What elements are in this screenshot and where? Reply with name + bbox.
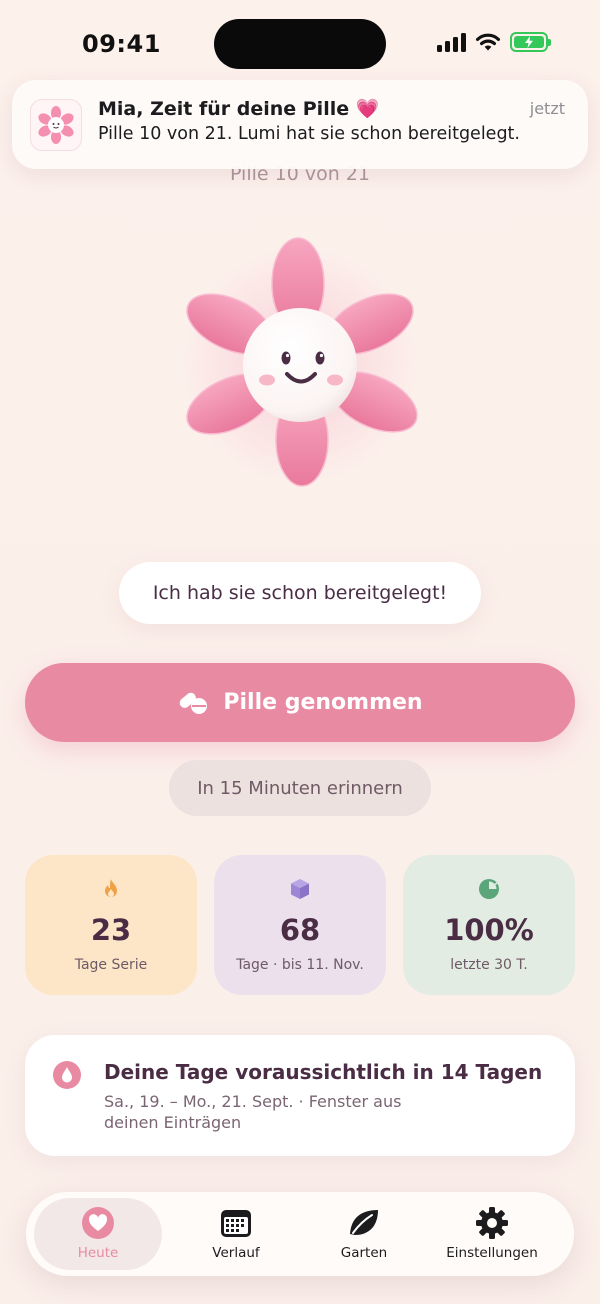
flame-icon xyxy=(105,879,117,897)
heart-icon xyxy=(82,1207,114,1239)
stat-card-supply[interactable]: 68 Tage · bis 11. Nov. xyxy=(214,855,386,995)
period-forecast-subtitle: Sa., 19. – Mo., 21. Sept. · Fenster aus … xyxy=(104,1092,402,1132)
notification-body: Pille 10 von 21. Lumi hat sie schon bere… xyxy=(98,124,520,144)
remind-later-button[interactable]: In 15 Minuten erinnern xyxy=(169,760,431,816)
wifi-icon xyxy=(476,33,500,51)
stat-value: 100% xyxy=(444,913,534,947)
status-icons xyxy=(437,32,551,52)
mascot-speech-bubble: Ich hab sie schon bereitgelegt! xyxy=(119,562,481,624)
tab-label: Heute xyxy=(77,1245,119,1261)
stats-row: 23 Tage Serie 68 Tage · bis 11. Nov. 100… xyxy=(25,855,575,995)
stat-label: Tage Serie xyxy=(74,957,148,973)
status-bar: 09:41 xyxy=(0,0,600,80)
notification-title: Mia, Zeit für deine Pille 💗 xyxy=(98,98,380,120)
status-time: 09:41 xyxy=(82,30,161,58)
calendar-icon xyxy=(221,1210,251,1237)
charging-bolt-icon xyxy=(525,36,533,48)
stat-card-streak[interactable]: 23 Tage Serie xyxy=(25,855,197,995)
pills-icon xyxy=(180,692,208,714)
flower-mascot-icon xyxy=(38,106,74,144)
gear-icon xyxy=(476,1207,508,1239)
period-forecast-card[interactable]: Deine Tage voraussichtlich in 14 Tagen S… xyxy=(25,1035,575,1156)
tab-einstellungen[interactable]: Einstellungen xyxy=(428,1198,556,1270)
stat-label: letzte 30 T. xyxy=(450,957,528,973)
stat-label: Tage · bis 11. Nov. xyxy=(236,957,364,973)
period-forecast-title: Deine Tage voraussichtlich in 14 Tagen xyxy=(104,1060,543,1084)
pie-chart-icon xyxy=(479,879,499,899)
leaf-icon xyxy=(350,1210,378,1235)
stat-card-adherence[interactable]: 100% letzte 30 T. xyxy=(403,855,575,995)
pill-taken-label: Pille genommen xyxy=(223,690,423,715)
tab-label: Verlauf xyxy=(212,1245,260,1261)
app-icon xyxy=(30,99,82,151)
stat-value: 68 xyxy=(279,913,321,947)
remind-later-label: In 15 Minuten erinnern xyxy=(197,777,403,799)
cellular-signal-icon xyxy=(437,32,466,52)
notification-time: jetzt xyxy=(529,99,565,118)
pill-taken-button[interactable]: Pille genommen xyxy=(25,663,575,742)
dynamic-island xyxy=(214,19,386,69)
flower-mascot xyxy=(182,237,418,487)
tab-label: Einstellungen xyxy=(446,1245,538,1261)
tab-label: Garten xyxy=(340,1245,388,1261)
tab-heute[interactable]: Heute xyxy=(34,1198,162,1270)
tab-bar: Heute Verlauf Garten Einstellungen xyxy=(26,1192,574,1276)
box-icon xyxy=(291,879,309,899)
drop-icon xyxy=(53,1061,81,1089)
notification-banner[interactable]: Mia, Zeit für deine Pille 💗 Pille 10 von… xyxy=(12,80,588,169)
tab-garten[interactable]: Garten xyxy=(300,1198,428,1270)
stat-value: 23 xyxy=(90,913,132,947)
battery-icon xyxy=(510,32,551,52)
tab-verlauf[interactable]: Verlauf xyxy=(172,1198,300,1270)
